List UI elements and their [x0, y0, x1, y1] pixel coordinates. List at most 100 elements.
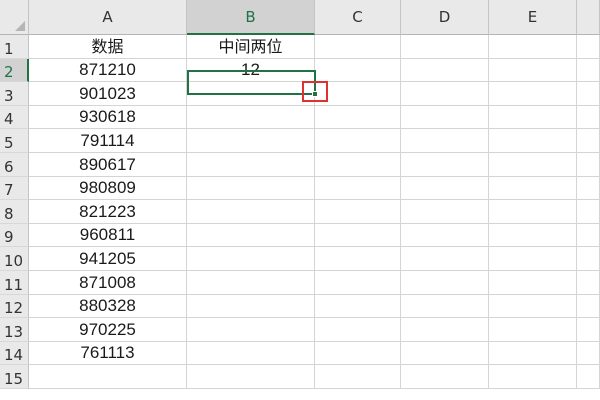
row-header[interactable]: 4 [0, 105, 29, 130]
fill-handle[interactable] [312, 91, 318, 97]
cell-d[interactable] [401, 223, 489, 248]
row-header[interactable]: 10 [0, 247, 29, 271]
cell-a[interactable]: 数据 [29, 35, 187, 59]
row-header[interactable]: 15 [0, 365, 29, 389]
cell-e[interactable] [489, 153, 577, 177]
cell-b[interactable] [187, 176, 315, 201]
cell-a[interactable]: 871210 [29, 58, 187, 83]
cell-a[interactable]: 821223 [29, 200, 187, 224]
cell-c[interactable] [315, 35, 401, 59]
cell-b[interactable] [187, 294, 315, 319]
cell-d[interactable] [401, 35, 489, 59]
row-header[interactable]: 8 [0, 200, 29, 224]
cell-a[interactable]: 880328 [29, 294, 187, 319]
cell-a[interactable]: 930618 [29, 105, 187, 130]
cell-b[interactable] [187, 247, 315, 271]
cell-a[interactable]: 941205 [29, 247, 187, 271]
cell-a[interactable]: 901023 [29, 82, 187, 106]
cell-e[interactable] [489, 294, 577, 319]
cell-e[interactable] [489, 129, 577, 153]
cell-b[interactable] [187, 82, 315, 106]
cell-e[interactable] [489, 176, 577, 201]
cell-partial [577, 294, 600, 319]
cell-b[interactable]: 中间两位 [187, 35, 315, 59]
cell-e[interactable] [489, 247, 577, 271]
cell-b[interactable] [187, 129, 315, 153]
cell-e[interactable] [489, 105, 577, 130]
cell-c[interactable] [315, 200, 401, 224]
cell-e[interactable] [489, 318, 577, 342]
cell-c[interactable] [315, 105, 401, 130]
select-all-corner[interactable] [0, 0, 29, 35]
cell-c[interactable] [315, 341, 401, 366]
cell-c[interactable] [315, 58, 401, 83]
cell-e[interactable] [489, 223, 577, 248]
row-header[interactable]: 11 [0, 271, 29, 295]
row-header[interactable]: 3 [0, 82, 29, 106]
cell-partial [577, 365, 600, 389]
cell-c[interactable] [315, 223, 401, 248]
cell-c[interactable] [315, 176, 401, 201]
column-header-c[interactable]: C [315, 0, 401, 35]
cell-b[interactable] [187, 365, 315, 389]
cell-c[interactable] [315, 129, 401, 153]
cell-a[interactable]: 791114 [29, 129, 187, 153]
cell-b[interactable] [187, 223, 315, 248]
cell-e[interactable] [489, 35, 577, 59]
cell-b[interactable] [187, 341, 315, 366]
column-header-e[interactable]: E [489, 0, 577, 35]
cell-a[interactable]: 890617 [29, 153, 187, 177]
cell-c[interactable] [315, 247, 401, 271]
cell-a[interactable]: 960811 [29, 223, 187, 248]
cell-partial [577, 153, 600, 177]
active-cell-b2[interactable]: 12 [187, 58, 315, 83]
column-header-b[interactable]: B [187, 0, 315, 35]
cell-e[interactable] [489, 200, 577, 224]
cell-a[interactable] [29, 365, 187, 389]
cell-b[interactable] [187, 153, 315, 177]
row-header[interactable]: 12 [0, 294, 29, 319]
cell-a[interactable]: 980809 [29, 176, 187, 201]
cell-d[interactable] [401, 129, 489, 153]
cell-d[interactable] [401, 82, 489, 106]
cell-e[interactable] [489, 271, 577, 295]
cell-d[interactable] [401, 247, 489, 271]
row-header[interactable]: 1 [0, 35, 29, 59]
cell-a[interactable]: 761113 [29, 341, 187, 366]
cell-d[interactable] [401, 365, 489, 389]
cell-e[interactable] [489, 82, 577, 106]
column-header-a[interactable]: A [29, 0, 187, 35]
cell-d[interactable] [401, 176, 489, 201]
cell-c[interactable] [315, 271, 401, 295]
cell-b[interactable] [187, 200, 315, 224]
row-header[interactable]: 7 [0, 176, 29, 201]
cell-b[interactable] [187, 105, 315, 130]
cell-d[interactable] [401, 294, 489, 319]
cell-d[interactable] [401, 271, 489, 295]
column-header-d[interactable]: D [401, 0, 489, 35]
cell-a[interactable]: 871008 [29, 271, 187, 295]
cell-d[interactable] [401, 341, 489, 366]
cell-e[interactable] [489, 341, 577, 366]
cell-a[interactable]: 970225 [29, 318, 187, 342]
row-header[interactable]: 2 [0, 58, 29, 83]
cell-e[interactable] [489, 58, 577, 83]
row-header[interactable]: 9 [0, 223, 29, 248]
cell-d[interactable] [401, 58, 489, 83]
cell-c[interactable] [315, 318, 401, 342]
cell-c[interactable] [315, 153, 401, 177]
row-header[interactable]: 14 [0, 341, 29, 366]
cell-d[interactable] [401, 105, 489, 130]
cell-e[interactable] [489, 365, 577, 389]
row-header[interactable]: 13 [0, 318, 29, 342]
cell-b[interactable] [187, 318, 315, 342]
cell-c[interactable] [315, 294, 401, 319]
cell-b[interactable] [187, 271, 315, 295]
row-header[interactable]: 5 [0, 129, 29, 153]
cell-c[interactable] [315, 365, 401, 389]
cell-d[interactable] [401, 318, 489, 342]
cell-d[interactable] [401, 200, 489, 224]
row-header[interactable]: 6 [0, 153, 29, 177]
cell-d[interactable] [401, 153, 489, 177]
cell-c[interactable] [315, 82, 401, 106]
